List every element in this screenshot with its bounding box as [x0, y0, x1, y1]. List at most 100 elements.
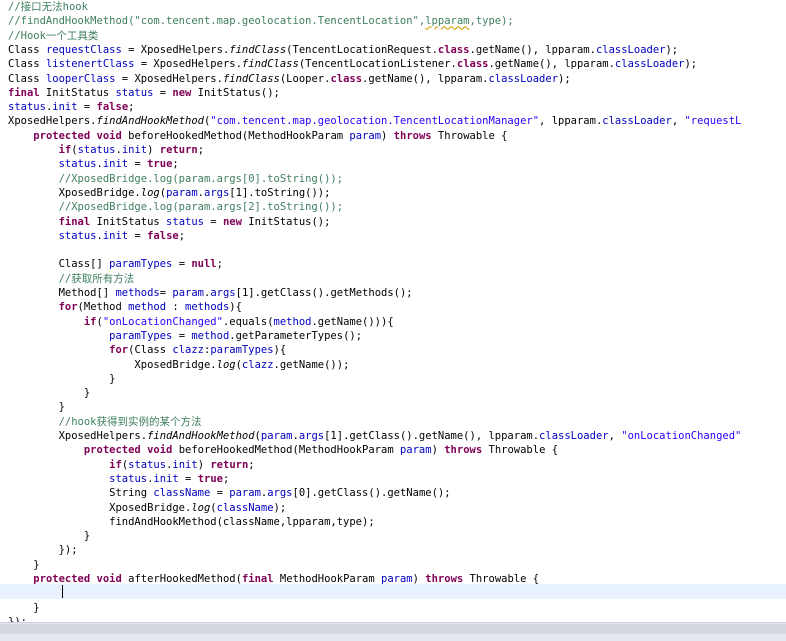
code-token: param [349, 129, 382, 142]
code-token: status [58, 229, 97, 242]
code-token: .getName(), lpparam. [362, 72, 489, 85]
code-token: ); [273, 501, 287, 514]
code-token: = [172, 258, 192, 271]
code-token: for [109, 344, 129, 357]
code-token: Class [8, 58, 46, 71]
code-token: ); [558, 72, 571, 85]
code-token: if [58, 144, 72, 156]
code-line: protected void beforeHookedMethod(Method… [8, 129, 507, 143]
code-token: beforeHookedMethod(MethodHookParam [172, 444, 400, 457]
text-caret [62, 585, 63, 598]
code-token: log [140, 186, 160, 199]
code-token: class [456, 58, 489, 71]
code-token: , [608, 430, 622, 442]
code-token: param [229, 487, 261, 500]
code-token: XposedHelpers. [8, 115, 97, 128]
code-token: = XposedHelpers. [115, 72, 223, 85]
current-line-highlight [0, 584, 786, 599]
code-token: //XposedBridge.log(param.args[2].toStrin… [8, 201, 344, 214]
code-token: .getName())){ [311, 315, 394, 328]
code-token: looperClass [45, 72, 116, 85]
code-token: null [191, 258, 217, 271]
code-token: if [83, 315, 97, 328]
code-line: findAndHookMethod(className,lpparam,type… [8, 515, 375, 529]
code-token: ) [197, 458, 211, 471]
code-line: } [8, 558, 39, 572]
code-line: paramTypes = method.getParameterTypes(); [8, 329, 362, 343]
code-line: status.init = false; [8, 229, 185, 243]
code-token: log [191, 501, 211, 514]
code-token: void [96, 129, 122, 142]
code-token: [0].getClass().getName(); [292, 487, 451, 500]
code-line: //获取所有方法 [8, 272, 135, 286]
code-token: //Hook一个工具类 [8, 29, 99, 42]
code-token: ) [412, 573, 426, 585]
code-token: ,type); [469, 15, 514, 28]
code-line: //接口无法hook [8, 0, 88, 14]
code-token: afterHookedMethod( [121, 573, 242, 585]
code-token: //hook获得到实例的某个方法 [8, 415, 202, 428]
scrollbar-thumb[interactable] [0, 624, 786, 634]
code-token: listenertClass [45, 58, 135, 71]
code-token: className [153, 487, 211, 500]
code-token: className [216, 501, 274, 514]
code-line: } [8, 529, 90, 543]
code-token: clazz [241, 358, 274, 371]
code-line: } [8, 386, 90, 400]
code-editor[interactable]: //接口无法hook //findAndHookMethod("com.tence… [0, 0, 786, 641]
code-token: ){ [229, 301, 242, 314]
code-line: XposedBridge.log(clazz.getName()); [8, 358, 349, 372]
code-token: false [96, 101, 129, 114]
code-token: XposedBridge. [8, 501, 192, 514]
code-token: , lpparam. [539, 115, 603, 128]
code-token: final [58, 215, 91, 228]
code-token: param [172, 287, 204, 299]
code-token: = XposedHelpers. [134, 58, 242, 71]
code-line: } [8, 372, 115, 386]
code-token: (TencentLocationRequest. [286, 43, 438, 56]
code-token: Class[] [8, 258, 110, 271]
code-token: ); [684, 58, 698, 71]
code-token: void [96, 573, 122, 585]
code-token: = [77, 101, 97, 114]
code-token: } [8, 387, 91, 400]
code-token: return [210, 458, 249, 471]
code-token: init [121, 144, 148, 156]
code-token: XposedHelpers. [8, 430, 148, 442]
code-token: args [204, 186, 230, 199]
code-token: method [128, 301, 167, 314]
code-token: status [8, 101, 46, 114]
code-token: classLoader [539, 430, 609, 442]
code-token: final [8, 86, 40, 99]
code-token: = [128, 158, 148, 171]
code-token: = [203, 215, 223, 228]
code-token: status [128, 458, 167, 471]
code-token: protected [33, 573, 91, 585]
code-token: ){ [273, 344, 287, 357]
code-token: (Looper. [279, 72, 331, 85]
code-line: Class[] paramTypes = null; [8, 257, 223, 271]
code-token: InitStatus(); [191, 86, 280, 99]
code-token: classLoader [614, 58, 685, 71]
code-line: if(status.init) return; [8, 143, 204, 157]
code-line: for(Method method : methods){ [8, 300, 242, 314]
code-token: ) [147, 144, 160, 156]
code-token: methods [115, 287, 160, 299]
code-token: //获取所有方法 [8, 272, 135, 285]
code-line: if("onLocationChanged".equals(method.get… [8, 315, 394, 329]
code-token: Class [8, 72, 46, 85]
code-token: method [273, 315, 312, 328]
code-token: findAndHookMethod [147, 430, 255, 442]
code-token: status [166, 215, 204, 228]
code-token: ; [178, 229, 186, 242]
code-token: findClass [229, 43, 287, 56]
code-line: final InitStatus status = new InitStatus… [8, 86, 280, 100]
code-token: "requestL [684, 115, 742, 128]
